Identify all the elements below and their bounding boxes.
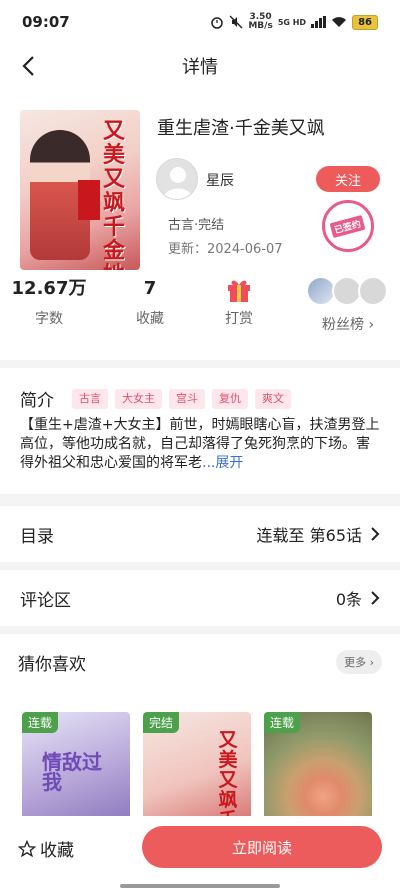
- book-title: 重生虐渣·千金美又飒: [157, 118, 325, 139]
- signal-icon: [311, 16, 327, 28]
- chevron-right-icon: [371, 527, 380, 541]
- tag[interactable]: 宫斗: [169, 388, 205, 409]
- status-badge: 完结: [143, 712, 180, 733]
- intro-title: 简介: [20, 391, 54, 411]
- expand-link[interactable]: ...展开: [202, 455, 243, 471]
- comments-row[interactable]: 评论区 0条: [0, 570, 400, 626]
- back-button[interactable]: [14, 52, 42, 80]
- intro-text: 【重生+虐渣+大女主】前世，时嫣眼瞎心盲，扶渣男登上高位，等他功成名就，自己却落…: [20, 417, 380, 471]
- book-genre: 古言·完结: [168, 218, 225, 233]
- home-indicator[interactable]: [120, 884, 280, 888]
- tag[interactable]: 爽文: [255, 388, 291, 409]
- author-avatar[interactable]: [156, 158, 198, 200]
- chevron-left-icon: [22, 56, 34, 76]
- user-icon: [163, 167, 193, 199]
- book-update-date: 更新：2024-06-07: [168, 242, 283, 257]
- status-badge: 连载: [22, 712, 59, 733]
- favorite-button[interactable]: 收藏: [18, 836, 74, 861]
- reward-button[interactable]: 打赏: [194, 274, 284, 328]
- chevron-right-icon: ›: [364, 317, 375, 333]
- status-badge: 连载: [264, 712, 301, 733]
- tag[interactable]: 复仇: [212, 388, 248, 409]
- tag[interactable]: 古言: [72, 388, 108, 409]
- battery-indicator: 86: [352, 14, 378, 30]
- catalog-row[interactable]: 目录 连载至 第65话: [0, 506, 400, 562]
- recommend-section: 猜你喜欢 更多 › 情敌过我 连载 又美又飒千金她 完结 连载: [0, 634, 400, 842]
- chevron-right-icon: [371, 591, 380, 605]
- star-icon: [18, 839, 36, 857]
- network-type: 5G HD: [277, 17, 307, 27]
- book-info-card: 又美又飒千金她 重生虐渣·千金美又飒 星辰 关注 古言·完结 更新：2024-0…: [0, 88, 400, 360]
- net-speed-unit: MB/s: [248, 21, 273, 31]
- book-stats: 12.67万 字数 7 收藏 打赏 粉丝榜 ›: [0, 274, 400, 338]
- signed-stamp: 已签约: [322, 200, 374, 252]
- fan-avatar: [358, 276, 388, 306]
- intro-card: 简介 古言 大女主 宫斗 复仇 爽文 【重生+虐渣+大女主】前世，时嫣眼瞎心盲，…: [0, 368, 400, 494]
- tag[interactable]: 大女主: [115, 388, 162, 409]
- status-time: 09:07: [22, 13, 70, 31]
- page-title: 详情: [182, 57, 218, 78]
- mute-icon: [229, 15, 243, 29]
- read-now-button[interactable]: 立即阅读: [142, 826, 382, 868]
- alarm-icon: [211, 17, 224, 29]
- bottom-bar: 收藏 立即阅读: [0, 816, 400, 889]
- wifi-icon: [332, 17, 347, 27]
- book-cover[interactable]: 又美又飒千金她: [20, 110, 140, 270]
- fav-count: 7 收藏: [136, 278, 164, 327]
- title-bar: 详情: [0, 44, 400, 88]
- more-button[interactable]: 更多 ›: [336, 650, 382, 674]
- author-name[interactable]: 星辰: [206, 170, 234, 190]
- cover-title: 又美又飒千金她: [102, 119, 125, 271]
- recommend-title: 猜你喜欢: [18, 654, 86, 675]
- word-count: 12.67万 字数: [11, 278, 87, 327]
- fans-ranking[interactable]: 粉丝榜 ›: [302, 274, 398, 338]
- status-bar: 09:07 3.50 MB/s 5G HD 86: [0, 0, 400, 44]
- gift-icon: [228, 280, 250, 302]
- follow-button[interactable]: 关注: [316, 166, 380, 192]
